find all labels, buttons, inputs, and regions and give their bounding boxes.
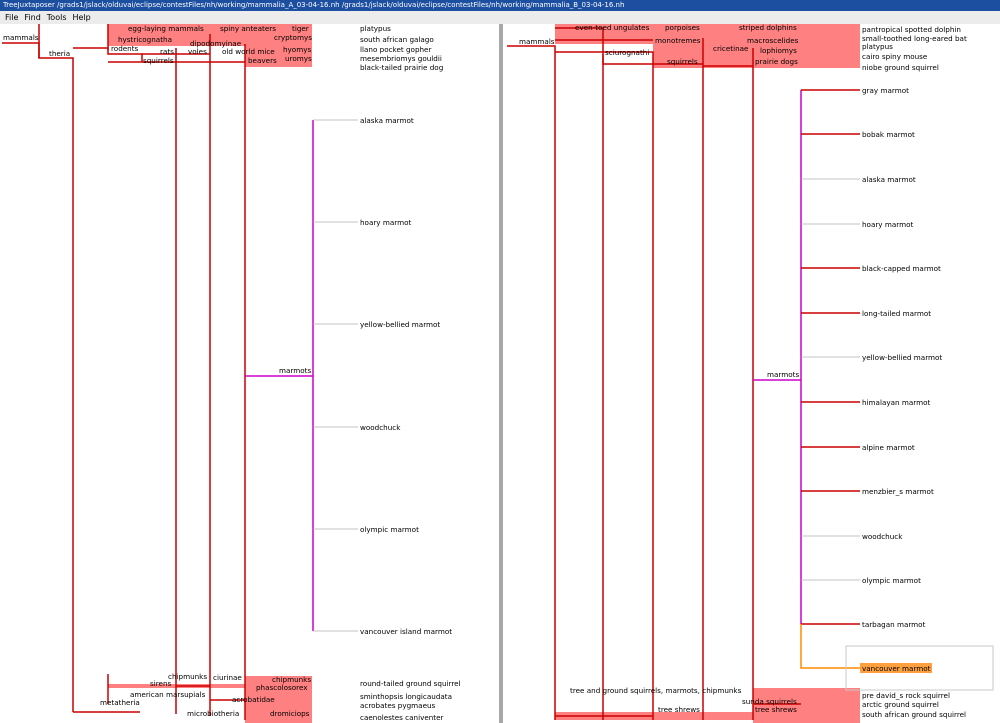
left-tree-edges	[2, 24, 246, 720]
leaf-alpine-marmot[interactable]: alpine marmot	[862, 443, 915, 452]
node-prairie-dogs[interactable]: prairie dogs	[755, 57, 798, 66]
node-rats[interactable]: rats	[160, 47, 174, 56]
node-tree-shrews[interactable]: tree shrews	[658, 705, 700, 714]
node-microbiotheria[interactable]: microbiotheria	[187, 709, 239, 718]
node-squirrels[interactable]: squirrels	[667, 57, 698, 66]
leaf-pre-david-s-rock-squirrel[interactable]: pre david_s rock squirrel	[862, 691, 950, 700]
node-spiny-anteaters[interactable]: spiny anteaters	[220, 24, 276, 33]
leaf-vancouver-island-marmot[interactable]: vancouver island marmot	[360, 627, 452, 636]
right-tree-canvas[interactable]: mammals even-toed ungulates porpoises st…	[503, 24, 1000, 723]
leaf-gray-marmot[interactable]: gray marmot	[862, 86, 909, 95]
node-marmots[interactable]: marmots	[279, 366, 311, 375]
menu-bar: File Find Tools Help	[0, 11, 1000, 25]
leaf-menzbier-s-marmot[interactable]: menzbier_s marmot	[862, 487, 934, 496]
node-tree-and-ground-squirrels[interactable]: tree and ground squirrels, marmots, chip…	[570, 686, 742, 695]
node-hyomys[interactable]: hyomys	[283, 45, 311, 54]
leaf-llano-pocket-gopher[interactable]: llano pocket gopher	[360, 45, 431, 54]
node-mammals[interactable]: mammals	[519, 37, 555, 46]
leaf-south-african-galago[interactable]: south african galago	[360, 35, 434, 44]
left-leaf-edges	[313, 119, 358, 632]
node-dromiciops[interactable]: dromiciops	[270, 709, 310, 718]
node-marmots[interactable]: marmots	[767, 370, 799, 379]
left-tree-panel[interactable]: mammals theria egg-laying mammals spiny …	[0, 24, 499, 723]
node-ciurinae[interactable]: ciurinae	[213, 673, 242, 682]
node-sciurognathi[interactable]: sciurognathi	[605, 48, 649, 57]
node-voles[interactable]: voles	[188, 47, 207, 56]
leaf-round-tailed-ground-squirrel[interactable]: round-tailed ground squirrel	[360, 679, 461, 688]
node-beavers[interactable]: beavers	[248, 56, 277, 65]
leaf-hoary-marmot[interactable]: hoary marmot	[862, 220, 913, 229]
window-title: TreeJuxtaposer /grads1/jslack/olduvai/ec…	[3, 1, 625, 9]
node-porpoises[interactable]: porpoises	[665, 24, 700, 32]
leaf-platypus[interactable]: platypus	[862, 42, 893, 51]
node-sirens[interactable]: sirens	[150, 679, 172, 688]
node-mammals[interactable]: mammals	[3, 33, 39, 42]
leaf-alaska-marmot[interactable]: alaska marmot	[360, 116, 414, 125]
leaf-black-tailed-prairie-dog[interactable]: black-tailed prairie dog	[360, 63, 443, 72]
node-american-marsupials[interactable]: american marsupials	[130, 690, 206, 699]
right-marmot-edges	[753, 90, 802, 624]
leaf-woodchuck[interactable]: woodchuck	[862, 532, 903, 541]
leaf-vancouver-marmot[interactable]: vancouver marmot	[862, 664, 931, 673]
right-tree-panel[interactable]: mammals even-toed ungulates porpoises st…	[503, 24, 1000, 723]
leaf-black-capped-marmot[interactable]: black-capped marmot	[862, 264, 941, 273]
leaf-olympic-marmot[interactable]: olympic marmot	[360, 525, 419, 534]
right-leaf-edges-unchanged	[801, 178, 860, 581]
node-macroscelides[interactable]: macroscelides	[747, 36, 799, 45]
node-even-toed-ungulates[interactable]: even-toed ungulates	[575, 24, 650, 32]
node-old-world-mice[interactable]: old world mice	[222, 47, 275, 56]
node-chipmunks-ciurinae-group[interactable]: chipmunks	[168, 672, 207, 681]
leaf-woodchuck[interactable]: woodchuck	[360, 423, 401, 432]
menu-find[interactable]: Find	[21, 11, 43, 24]
leaf-mesembriomys-gouldii[interactable]: mesembriomys gouldii	[360, 54, 442, 63]
leaf-caenolestes-caniventer[interactable]: caenolestes caniventer	[360, 713, 444, 722]
menu-help[interactable]: Help	[70, 11, 94, 24]
leaf-yellow-bellied-marmot[interactable]: yellow-bellied marmot	[862, 353, 942, 362]
leaf-arctic-ground-squirrel[interactable]: arctic ground squirrel	[862, 700, 939, 709]
leaf-cairo-spiny-mouse[interactable]: cairo spiny mouse	[862, 52, 928, 61]
right-highlight-regions	[555, 24, 860, 723]
leaf-olympic-marmot[interactable]: olympic marmot	[862, 576, 921, 585]
node-striped-dolphins[interactable]: striped dolphins	[739, 24, 797, 32]
node-uromys[interactable]: uromys	[285, 54, 312, 63]
menu-tools[interactable]: Tools	[44, 11, 70, 24]
left-marmot-edges	[245, 120, 314, 631]
title-bar: TreeJuxtaposer /grads1/jslack/olduvai/ec…	[0, 0, 1000, 11]
node-cricetinae[interactable]: cricetinae	[713, 44, 749, 53]
node-rodents[interactable]: rodents	[111, 44, 139, 53]
node-phascolosorex[interactable]: phascolosorex	[256, 683, 308, 692]
left-tree-canvas[interactable]: mammals theria egg-laying mammals spiny …	[0, 24, 499, 723]
leaf-acrobates-pygmaeus[interactable]: acrobates pygmaeus	[360, 701, 436, 710]
leaf-long-tailed-marmot[interactable]: long-tailed marmot	[862, 309, 931, 318]
leaf-bobak-marmot[interactable]: bobak marmot	[862, 130, 915, 139]
node-egg-laying-mammals[interactable]: egg-laying mammals	[128, 24, 204, 33]
node-acrobatidae[interactable]: acrobatidae	[232, 695, 275, 704]
leaf-yellow-bellied-marmot[interactable]: yellow-bellied marmot	[360, 320, 440, 329]
leaf-himalayan-marmot[interactable]: himalayan marmot	[862, 398, 930, 407]
menu-file[interactable]: File	[0, 11, 21, 24]
leaf-tarbagan-marmot[interactable]: tarbagan marmot	[862, 620, 926, 629]
leaf-south-african-ground-squirrel[interactable]: south african ground squirrel	[862, 710, 966, 719]
leaf-hoary-marmot[interactable]: hoary marmot	[360, 218, 411, 227]
leaf-sminthopsis-longicaudata[interactable]: sminthopsis longicaudata	[360, 692, 452, 701]
node-theria[interactable]: theria	[49, 49, 70, 58]
node-tree-shrews-inner[interactable]: tree shrews	[755, 705, 797, 714]
node-hystricognatha[interactable]: hystricognatha	[118, 35, 172, 44]
node-monotremes[interactable]: monotremes	[655, 36, 701, 45]
node-tiger[interactable]: tiger	[292, 24, 309, 33]
right-tree-edges	[507, 27, 801, 720]
node-lophiomys[interactable]: lophiomys	[760, 46, 797, 55]
leaf-niobe-ground-squirrel[interactable]: niobe ground squirrel	[862, 63, 939, 72]
leaf-pantropical-spotted-dolphin[interactable]: pantropical spotted dolphin	[862, 25, 961, 34]
node-cryptomys[interactable]: cryptomys	[274, 33, 312, 42]
node-squirrels[interactable]: squirrels	[143, 56, 174, 65]
leaf-platypus[interactable]: platypus	[360, 24, 391, 33]
leaf-alaska-marmot[interactable]: alaska marmot	[862, 175, 916, 184]
node-metatheria[interactable]: metatheria	[100, 698, 140, 707]
